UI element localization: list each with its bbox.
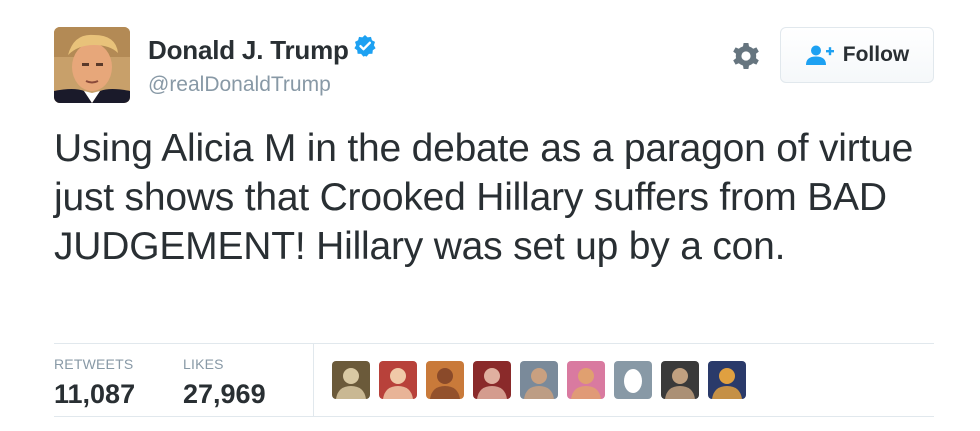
liker-avatar[interactable] <box>332 361 370 399</box>
retweets-count: 11,087 <box>54 379 136 409</box>
username[interactable]: @realDonaldTrump <box>148 70 377 100</box>
profile-avatar[interactable] <box>54 27 130 103</box>
stats-divider-top <box>54 343 934 344</box>
liker-avatar[interactable] <box>379 361 417 399</box>
follow-button[interactable]: Follow <box>780 27 934 83</box>
add-user-icon <box>805 44 835 66</box>
liker-avatar[interactable] <box>708 361 746 399</box>
default-egg-avatar-icon[interactable] <box>614 361 652 399</box>
user-identity: Donald J. Trump @realDonaldTrump <box>148 32 377 100</box>
stats-separator <box>313 344 314 416</box>
gear-icon[interactable] <box>729 39 763 73</box>
display-name[interactable]: Donald J. Trump <box>148 32 377 70</box>
liker-avatar[interactable] <box>426 361 464 399</box>
tweet-card: Donald J. Trump @realDonaldTrump Follow … <box>0 0 980 431</box>
verified-badge-icon <box>353 31 377 67</box>
liker-avatar[interactable] <box>520 361 558 399</box>
follow-label: Follow <box>842 43 910 66</box>
stats-divider-bottom <box>54 416 934 417</box>
retweets-stat[interactable]: RETWEETS 11,087 <box>54 356 135 410</box>
tweet-text: Using Alicia M in the debate as a parago… <box>54 127 914 268</box>
liker-avatar[interactable] <box>567 361 605 399</box>
display-name-text[interactable]: Donald J. Trump <box>148 35 349 65</box>
liker-avatar[interactable] <box>473 361 511 399</box>
likes-stat[interactable]: LIKES 27,969 <box>183 356 266 410</box>
likes-label: LIKES <box>183 356 224 372</box>
liker-avatars <box>332 361 746 399</box>
retweets-label: RETWEETS <box>54 356 134 372</box>
likes-count: 27,969 <box>183 379 266 409</box>
liker-avatar[interactable] <box>661 361 699 399</box>
